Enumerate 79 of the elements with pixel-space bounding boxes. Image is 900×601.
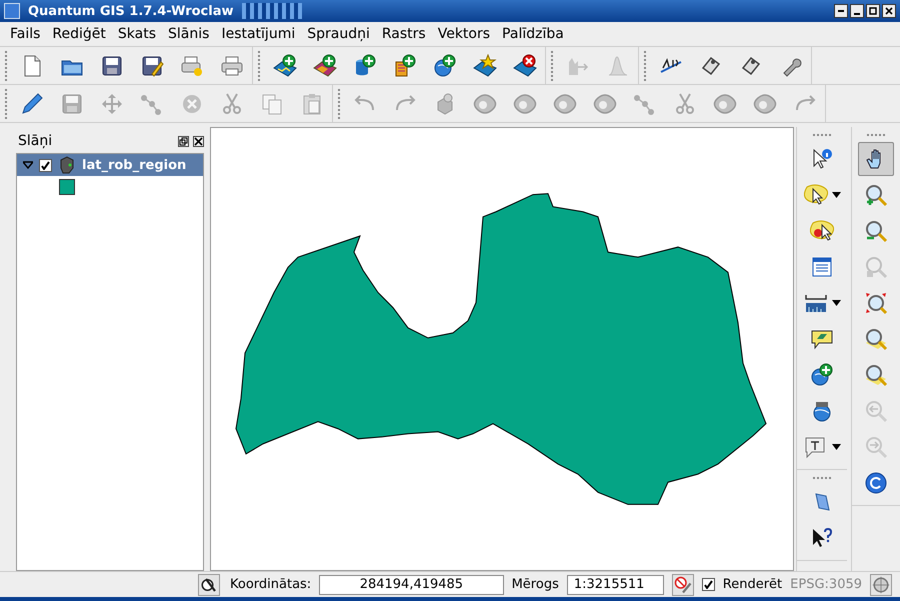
scale-label: Mērogs	[512, 577, 559, 592]
close-button[interactable]	[193, 136, 204, 146]
render-checkbox[interactable]	[702, 578, 715, 591]
panel-title: Slāņi	[18, 133, 52, 149]
refresh-icon	[864, 471, 888, 495]
checkbox[interactable]	[39, 158, 52, 172]
globe-plus-icon	[810, 363, 834, 387]
printer-icon	[220, 54, 244, 78]
toggle-button[interactable]	[198, 574, 220, 596]
menu-item[interactable]: Rastrs	[376, 26, 432, 42]
stop-render-button[interactable]	[672, 574, 694, 596]
cursor-question-icon	[810, 526, 834, 550]
globe-crosshair-icon	[872, 576, 890, 594]
projection-button[interactable]	[870, 574, 892, 596]
app-icon	[4, 3, 20, 19]
minimize-button[interactable]	[850, 4, 864, 18]
window-title: Quantum GIS 1.7.4-Wroclaw	[28, 4, 234, 18]
magnifier-layer-icon	[864, 363, 888, 387]
polygon-layer-icon	[58, 156, 76, 174]
magnifier-left-icon	[864, 399, 888, 423]
remove-layer-icon	[513, 54, 537, 78]
hand-button[interactable]	[858, 142, 894, 176]
zoom-in-icon	[864, 183, 888, 207]
menu-item[interactable]: Skats	[112, 26, 162, 42]
close-icon	[194, 136, 203, 146]
float-icon	[179, 136, 188, 146]
move-arrows-icon	[100, 92, 124, 116]
star-layer-icon	[473, 54, 497, 78]
polygon-shape-icon	[553, 92, 577, 116]
polygon-shape-icon	[753, 92, 777, 116]
add-raster-layer-icon	[313, 54, 337, 78]
coordinates-label: Koordinātas:	[230, 577, 312, 592]
menu-item[interactable]: Rediģēt	[46, 26, 112, 42]
layer-name: lat_rob_region	[82, 158, 186, 172]
expanded-arrow-icon[interactable]	[23, 161, 33, 169]
menu-item[interactable]: Spraudņi	[301, 26, 376, 42]
polygon-shape-icon	[473, 92, 497, 116]
copy-icon	[260, 92, 284, 116]
layer-row[interactable]: lat_rob_region	[17, 154, 203, 176]
menu-item[interactable]: Fails	[4, 26, 46, 42]
dash-icon	[837, 7, 845, 15]
globe-plus-icon	[433, 54, 457, 78]
select-cursor-icon	[804, 183, 828, 207]
render-label: Renderēt	[722, 577, 782, 592]
menu-item[interactable]: Palīdzība	[496, 26, 570, 42]
text-annotation-icon	[804, 435, 828, 459]
printer-sun-icon	[180, 54, 204, 78]
polygon-shape-icon	[593, 92, 617, 116]
menu-button[interactable]	[834, 4, 848, 18]
close-icon	[885, 7, 893, 15]
magnifier-arrows-icon	[864, 291, 888, 315]
polygon-shape-icon	[713, 92, 737, 116]
float-button[interactable]	[178, 136, 189, 146]
deselect-cursor-icon	[810, 219, 834, 243]
floppy-pencil-icon	[140, 54, 164, 78]
coordinates-field[interactable]: 284194,419485	[319, 574, 504, 594]
maximize-icon	[869, 7, 877, 15]
add-vector-layer-icon	[273, 54, 297, 78]
scissors-icon	[673, 92, 697, 116]
pencil-icon	[20, 92, 44, 116]
menu-item[interactable]: Slānis	[162, 26, 216, 42]
polygon-shape-icon	[513, 92, 537, 116]
magnifier-icon	[864, 255, 888, 279]
table-icon	[810, 255, 834, 279]
add-database-layer-icon	[353, 54, 377, 78]
zoom-out-icon	[864, 219, 888, 243]
magnifier-right-icon	[864, 435, 888, 459]
menu-item[interactable]: Vektors	[432, 26, 496, 42]
scale-field[interactable]: 1:3215511	[566, 574, 664, 594]
close-button[interactable]	[882, 4, 896, 18]
curve-chart-icon	[606, 54, 630, 78]
add-spatial-layer-icon	[393, 54, 417, 78]
menu-item[interactable]: Iestatījumi	[215, 26, 302, 42]
magnifier-layer-icon	[864, 327, 888, 351]
maximize-button[interactable]	[866, 4, 880, 18]
scissors-icon	[220, 92, 244, 116]
no-entry-brush-icon	[674, 576, 692, 594]
title-decoration	[242, 3, 302, 19]
pen-circle-icon	[200, 576, 218, 594]
